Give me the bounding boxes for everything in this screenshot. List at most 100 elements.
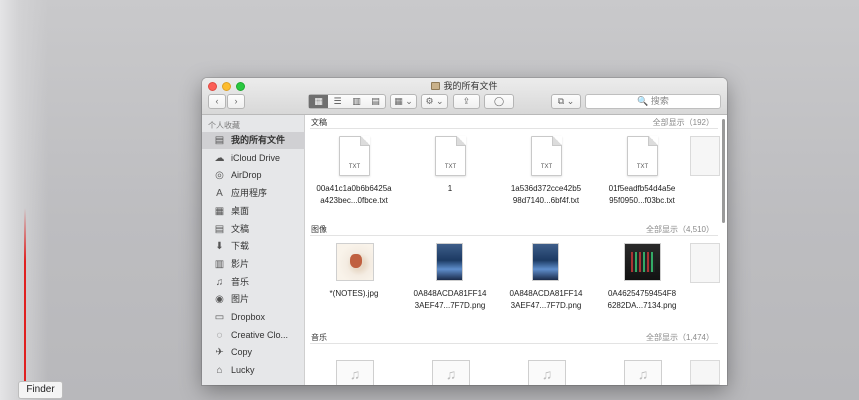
sidebar-item-label: 图片 — [231, 294, 250, 305]
sidebar-item-cloud[interactable]: ☁ iCloud Drive — [202, 150, 305, 167]
section-title: 音乐 — [311, 333, 327, 342]
file-item-partial[interactable] — [690, 360, 720, 385]
home-icon: ⌂ — [216, 365, 223, 377]
view-columns-button[interactable]: ▥ — [347, 95, 366, 108]
sidebar-item-label: Copy — [231, 347, 253, 358]
show-all-music-link[interactable]: 全部显示（1,474） — [646, 332, 714, 343]
applications-icon: A — [216, 188, 223, 200]
red-indicator-line — [24, 208, 26, 386]
all-files-icon: ▤ — [214, 135, 225, 146]
back-button[interactable]: ‹ — [208, 94, 226, 109]
txt-document-icon: TXT — [339, 136, 370, 176]
image-thumbnail — [336, 243, 374, 281]
cloud-icon: ☁ — [214, 152, 225, 164]
tags-button[interactable]: ◯ — [484, 94, 514, 109]
forward-button[interactable]: › — [227, 94, 245, 109]
vertical-scrollbar[interactable] — [722, 119, 725, 223]
divider — [310, 343, 718, 344]
file-name: 1 — [447, 184, 453, 193]
file-name: 1a536d372cce42b5 98d7140...6bf4f.txt — [510, 184, 582, 205]
sidebar-item-label: AirDrop — [231, 170, 262, 181]
sidebar-header-favorites: 个人收藏 — [208, 121, 240, 130]
sidebar-item-label: 应用程序 — [231, 188, 268, 199]
image-thumbnail — [624, 243, 661, 281]
sidebar-item-label: 我的所有文件 — [231, 135, 286, 145]
finder-window: 我的所有文件 ‹ › ▦ ☰ ▥ ▤ ▦ ⌄ ⚙ ⌄ ⇪ ◯ ⧉ ⌄ 🔍 搜索 … — [202, 78, 727, 385]
txt-document-icon: TXT — [627, 136, 658, 176]
file-name: 00a41c1a0b6b6425a a423bec...0fbce.txt — [316, 184, 392, 205]
view-list-button[interactable]: ☰ — [328, 95, 347, 108]
divider — [310, 128, 718, 129]
sidebar-item-movies[interactable]: ▥ 影片 — [202, 256, 305, 273]
sidebar-item-label: Creative Clo... — [231, 329, 289, 340]
arrange-button[interactable]: ▦ ⌄ — [390, 94, 417, 109]
sidebar-item-label: Dropbox — [231, 312, 266, 322]
view-mode-segmented-control: ▦ ☰ ▥ ▤ — [308, 94, 386, 109]
sidebar-item-label: 桌面 — [231, 205, 250, 216]
action-gear-button[interactable]: ⚙ ⌄ — [421, 94, 448, 109]
file-name: 0A848ACDA81FF14 3AEF47...7F7D.png — [413, 289, 487, 310]
sidebar: 个人收藏 ▤ 我的所有文件 ☁ iCloud Drive ◎ AirDrop A 应用程序 ▦ 桌… — [202, 115, 305, 385]
file-item-partial[interactable] — [690, 243, 720, 283]
sidebar-item-downloads[interactable]: ⬇ 下载 — [202, 238, 305, 255]
sidebar-item-label: 影片 — [231, 258, 250, 269]
chevron-left-icon: ‹ — [215, 96, 219, 106]
section-title: 文稿 — [311, 118, 327, 127]
sidebar-item-pictures[interactable]: ◉ 图片 — [202, 291, 305, 308]
finder-dock-tooltip: Finder — [18, 381, 63, 399]
image-thumbnail — [532, 243, 559, 281]
image-thumbnail — [436, 243, 463, 281]
folder-icon: ▭ — [214, 312, 225, 323]
music-note-icon: ♫ — [624, 360, 662, 385]
window-title: 我的所有文件 — [202, 80, 727, 92]
file-name: 0A46254759454F8 6282DA...7134.png — [607, 289, 677, 310]
music-note-icon: ♫ — [336, 360, 374, 385]
sidebar-item-all-files[interactable]: ▤ 我的所有文件 — [202, 132, 305, 149]
file-name: 0A848ACDA81FF14 3AEF47...7F7D.png — [509, 289, 583, 310]
share-button[interactable]: ⇪ — [453, 94, 480, 109]
section-header-documents: 文稿 全部显示（192） — [306, 115, 720, 129]
sidebar-item-applications[interactable]: A 应用程序 — [202, 185, 305, 202]
sidebar-item-music[interactable]: ♫ 音乐 — [202, 274, 305, 291]
copy-icon: ✈ — [215, 347, 224, 359]
sidebar-item-label: 下载 — [231, 241, 250, 252]
sidebar-item-label: 音乐 — [231, 276, 250, 287]
txt-document-icon: TXT — [531, 136, 562, 176]
music-icon: ♫ — [215, 276, 224, 288]
sidebar-item-folder[interactable]: ▭ Dropbox — [202, 309, 305, 326]
file-name: 01f5eadfb54d4a5e 95f0950...f03bc.txt — [608, 184, 676, 205]
title-bar[interactable]: 我的所有文件 ‹ › ▦ ☰ ▥ ▤ ▦ ⌄ ⚙ ⌄ ⇪ ◯ ⧉ ⌄ 🔍 搜索 — [202, 78, 727, 115]
sidebar-item-label: 文稿 — [231, 223, 250, 234]
documents-icon: ▤ — [214, 223, 225, 235]
view-coverflow-button[interactable]: ▤ — [366, 95, 385, 108]
search-input[interactable]: 🔍 搜索 — [585, 94, 721, 109]
desktop-icon: ▦ — [214, 205, 225, 217]
file-item-partial[interactable] — [690, 136, 720, 176]
section-title: 图像 — [311, 225, 327, 234]
music-note-icon: ♫ — [528, 360, 566, 385]
file-browser-content[interactable]: 文稿 全部显示（192） TXT 00a41c1a0b6b6425a a423be… — [306, 115, 727, 385]
creative-cloud-icon: ◌ — [216, 329, 223, 341]
file-name: *(NOTES).jpg — [329, 289, 379, 298]
divider — [310, 235, 718, 236]
movies-icon: ▥ — [214, 258, 225, 270]
show-all-documents-link[interactable]: 全部显示（192） — [653, 117, 714, 128]
section-header-music: 音乐 全部显示（1,474） — [306, 330, 720, 344]
sidebar-item-documents[interactable]: ▤ 文稿 — [202, 221, 305, 238]
sidebar-item-desktop[interactable]: ▦ 桌面 — [202, 203, 305, 220]
sidebar-item-airdrop[interactable]: ◎ AirDrop — [202, 167, 305, 184]
chevron-right-icon: › — [234, 96, 238, 106]
view-icons-button[interactable]: ▦ — [309, 95, 328, 108]
sidebar-item-copy[interactable]: ✈ Copy — [202, 344, 305, 361]
section-header-images: 图像 全部显示（4,510） — [306, 222, 720, 236]
dropbox-menu-button[interactable]: ⧉ ⌄ — [551, 94, 581, 109]
sidebar-item-creative-cloud[interactable]: ◌ Creative Clo... — [202, 327, 305, 344]
show-all-images-link[interactable]: 全部显示（4,510） — [646, 224, 714, 235]
sidebar-item-home[interactable]: ⌂ Lucky — [202, 362, 305, 379]
sidebar-item-label: iCloud Drive — [231, 152, 281, 163]
sidebar-item-label: Lucky — [231, 365, 255, 376]
downloads-icon: ⬇ — [215, 241, 224, 253]
pictures-icon: ◉ — [215, 294, 224, 306]
music-note-icon: ♫ — [432, 360, 470, 385]
folder-title-icon — [431, 82, 441, 90]
